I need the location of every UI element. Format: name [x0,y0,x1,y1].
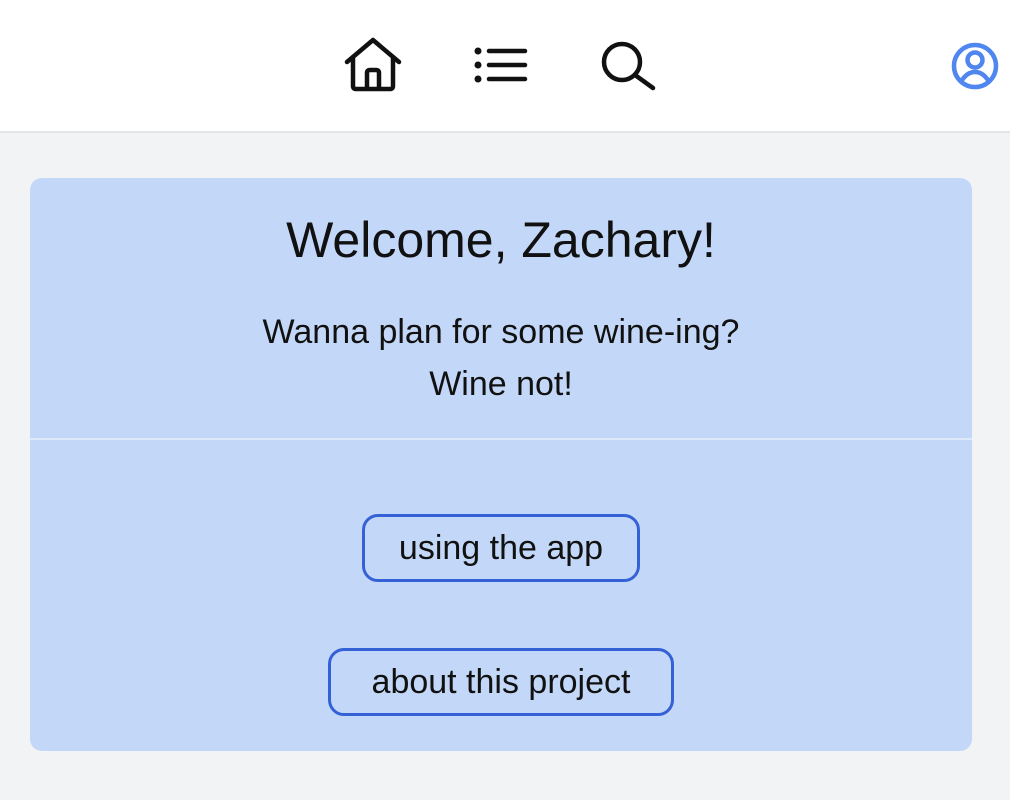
using-the-app-button[interactable]: using the app [362,514,640,582]
about-this-project-button[interactable]: about this project [328,648,674,716]
home-icon[interactable] [342,36,404,92]
user-icon[interactable] [950,41,1000,91]
welcome-card: Welcome, Zachary! Wanna plan for some wi… [30,178,972,751]
tagline-line-1: Wanna plan for some wine-ing? [262,313,740,351]
tagline: Wanna plan for some wine-ing? Wine not! [30,306,972,410]
welcome-title: Welcome, Zachary! [286,212,716,268]
top-nav-bar [0,0,1010,133]
tagline-line-2: Wine not! [429,365,573,403]
list-icon[interactable] [473,46,529,84]
search-icon[interactable] [600,40,658,92]
welcome-header: Welcome, Zachary! Wanna plan for some wi… [30,178,972,440]
